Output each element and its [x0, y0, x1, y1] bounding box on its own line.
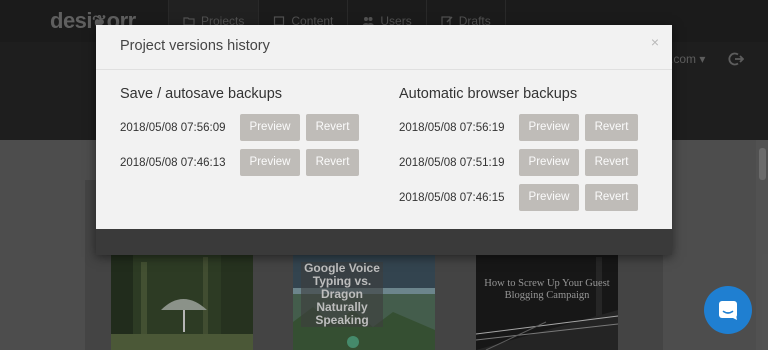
backup-row: 2018/05/08 07:56:09 Preview Revert — [120, 114, 359, 141]
preview-button[interactable]: Preview — [519, 184, 579, 211]
browser-backups-heading: Automatic browser backups — [399, 86, 578, 102]
close-icon[interactable]: × — [648, 35, 662, 49]
modal-header: Project versions history × — [96, 25, 672, 70]
save-backups-column: Save / autosave backups 2018/05/08 07:56… — [120, 83, 359, 184]
backup-row: 2018/05/08 07:46:13 Preview Revert — [120, 149, 359, 176]
revert-button[interactable]: Revert — [306, 149, 359, 176]
backup-row: 2018/05/08 07:51:19 Preview Revert — [399, 149, 638, 176]
backup-row: 2018/05/08 07:46:15 Preview Revert — [399, 184, 638, 211]
backup-timestamp: 2018/05/08 07:51:19 — [399, 156, 505, 169]
backup-timestamp: 2018/05/08 07:46:13 — [120, 156, 226, 169]
backup-timestamp: 2018/05/08 07:46:15 — [399, 191, 505, 204]
modal-footer — [96, 229, 672, 255]
preview-button[interactable]: Preview — [240, 114, 300, 141]
revert-button[interactable]: Revert — [585, 184, 638, 211]
backup-timestamp: 2018/05/08 07:56:19 — [399, 121, 505, 134]
preview-button[interactable]: Preview — [519, 149, 579, 176]
revert-button[interactable]: Revert — [306, 114, 359, 141]
preview-button[interactable]: Preview — [240, 149, 300, 176]
browser-backups-column: Automatic browser backups 2018/05/08 07:… — [399, 83, 638, 219]
chat-icon — [719, 301, 737, 320]
chat-launcher-button[interactable] — [704, 286, 752, 334]
revert-button[interactable]: Revert — [585, 149, 638, 176]
modal-title: Project versions history — [120, 38, 270, 54]
revert-button[interactable]: Revert — [585, 114, 638, 141]
backup-timestamp: 2018/05/08 07:56:09 — [120, 121, 226, 134]
versions-history-modal: Project versions history × Save / autosa… — [96, 25, 672, 255]
backup-row: 2018/05/08 07:56:19 Preview Revert — [399, 114, 638, 141]
preview-button[interactable]: Preview — [519, 114, 579, 141]
save-backups-heading: Save / autosave backups — [120, 86, 283, 102]
